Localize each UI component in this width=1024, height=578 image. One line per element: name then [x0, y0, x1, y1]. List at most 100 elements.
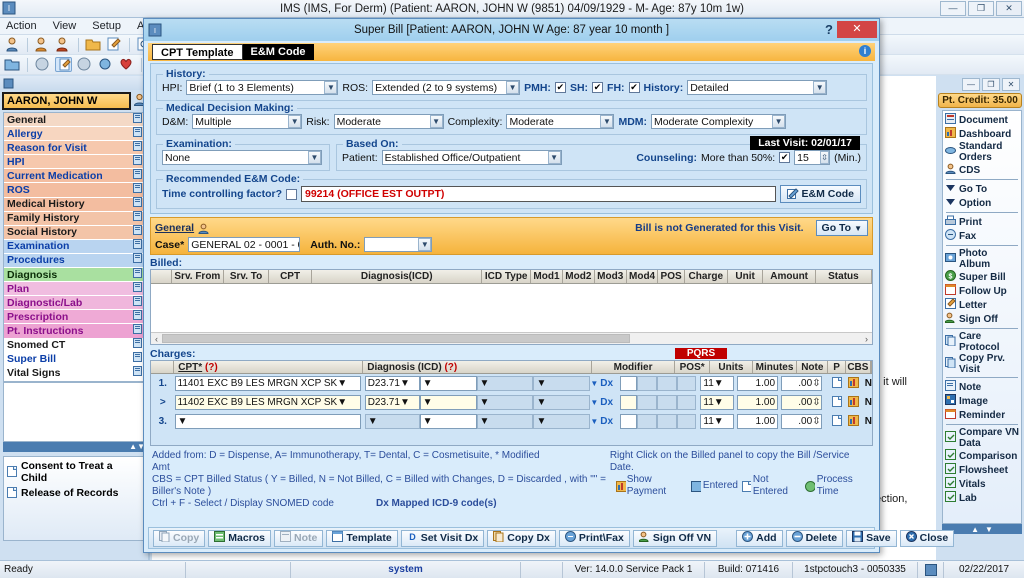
template-button[interactable]: Template [326, 529, 398, 547]
sidebar-item-pt-instructions[interactable]: Pt. Instructions [4, 323, 144, 339]
sidebar-item-snomed-ct[interactable]: Snomed CT [4, 338, 144, 353]
note-edit-icon[interactable] [55, 57, 72, 72]
add-button[interactable]: Add [736, 529, 783, 547]
sidebar-action-vitals[interactable]: Vitals [943, 477, 1021, 491]
diagnosis-3-input[interactable]: ▼ [476, 376, 534, 391]
chevron-down-icon[interactable]: ▼ [480, 378, 490, 389]
billed-col-status[interactable]: Status [816, 270, 873, 283]
sidebar-action-print[interactable]: Print [943, 215, 1021, 229]
dx-expand-toggle[interactable]: ▼ Dx [590, 378, 619, 389]
sidebar-action-sign-off[interactable]: Sign Off [943, 312, 1021, 326]
go-to-button[interactable]: Go To ▼ [815, 220, 868, 236]
charges-row[interactable]: 1. 11401 EXC B9 LES MRGN XCP SK ▼ D23.71 ▼ ▼ ▼… [151, 374, 872, 393]
section-note-icon[interactable] [133, 295, 142, 310]
chevron-down-icon[interactable]: ▼ [308, 151, 321, 164]
billed-col-mod3[interactable]: Mod3 [595, 270, 627, 283]
scroll-up-icon[interactable]: ▲ [971, 525, 979, 534]
units-input[interactable]: 1.00 [736, 376, 779, 391]
sidebar-item-diagnosis[interactable]: Diagnosis [4, 267, 144, 283]
history-result-select[interactable]: Detailed ▼ [687, 80, 828, 95]
sidebar-item-family-history[interactable]: Family History [4, 211, 144, 226]
billed-horizontal-scrollbar[interactable]: ‹ › [151, 332, 872, 344]
chevron-down-icon[interactable]: ▼ [590, 379, 598, 388]
help-button[interactable]: ? [825, 22, 833, 37]
section-note-icon[interactable] [133, 154, 142, 169]
dialog-close-button[interactable]: ✕ [837, 21, 877, 38]
sidebar-item-super-bill[interactable]: Super Bill [4, 352, 144, 367]
edit-document-icon[interactable] [106, 36, 123, 53]
chevron-down-icon[interactable]: ▼ [590, 417, 598, 426]
section-note-icon[interactable] [133, 267, 142, 282]
copy-dx-button[interactable]: Copy Dx [487, 529, 556, 547]
fh-checkbox[interactable] [628, 82, 640, 93]
chevron-down-icon[interactable]: ▼ [714, 378, 724, 389]
dx-expand-toggle[interactable]: ▼ Dx [590, 416, 619, 427]
section-note-icon[interactable] [133, 239, 142, 253]
add-patient-icon[interactable] [34, 36, 51, 53]
billed-col-charge[interactable]: Charge [685, 270, 728, 283]
hpi-select[interactable]: Brief (1 to 3 Elements) ▼ [186, 80, 339, 95]
scroll-right-icon[interactable]: › [861, 334, 872, 344]
auth-no-select[interactable]: ▼ [364, 237, 433, 252]
pos-select[interactable]: 11 ▼ [700, 414, 734, 429]
folder-open-icon[interactable] [4, 56, 21, 73]
chevron-down-icon[interactable]: ▼ [536, 397, 546, 408]
sidebar-action-letter[interactable]: Letter [943, 298, 1021, 312]
inner-close-button[interactable]: ✕ [1002, 78, 1020, 91]
billed-col-mod4[interactable]: Mod4 [627, 270, 659, 283]
sign-off-vn-button[interactable]: Sign Off VN [632, 529, 718, 547]
modifier-2-input[interactable] [637, 414, 658, 429]
chevron-down-icon[interactable]: ▼ [813, 81, 827, 94]
section-note-icon[interactable] [133, 366, 142, 380]
sidebar-action-lab[interactable]: Lab [943, 491, 1021, 505]
chevron-down-icon[interactable]: ▼ [400, 397, 410, 408]
stepper-icon[interactable]: ⇳ [812, 397, 821, 408]
payment-chart-icon[interactable] [847, 395, 859, 410]
diagnosis-3-input[interactable]: ▼ [476, 395, 534, 410]
chevron-down-icon[interactable]: ▼ [337, 397, 347, 408]
risk-select[interactable]: Moderate ▼ [333, 114, 444, 129]
diagnosis-4-input[interactable]: ▼ [533, 395, 591, 410]
maximize-button[interactable]: ❐ [968, 1, 994, 16]
notes-scrollbar[interactable]: ▲ ▼ [3, 441, 145, 452]
diagnosis-2-input[interactable]: ▼ [419, 395, 477, 410]
refresh-icon[interactable] [97, 56, 114, 73]
sidebar-action-super-bill[interactable]: $ Super Bill [943, 270, 1021, 284]
diagnosis-1-input[interactable]: D23.71 ▼ [364, 395, 420, 410]
dsm-select[interactable]: Multiple ▼ [192, 114, 303, 129]
sidebar-item-plan[interactable]: Plan [4, 281, 144, 297]
note-icon[interactable] [831, 414, 842, 429]
sidebar-action-image[interactable]: Image [943, 394, 1021, 408]
sidebar-item-ros[interactable]: ROS [4, 183, 144, 198]
tab-cpt-template[interactable]: CPT Template [152, 44, 243, 60]
billed-col-srv-from[interactable]: Srv. From [172, 270, 225, 283]
menu-item-view[interactable]: View [53, 20, 77, 32]
save-button[interactable]: Save [846, 529, 897, 547]
close-button[interactable]: ✕ [996, 1, 1022, 16]
notes-scratch-area[interactable] [3, 381, 145, 442]
billed-col-amount[interactable]: Amount [763, 270, 816, 283]
diagnosis-3-input[interactable]: ▼ [476, 414, 534, 429]
sidebar-action-follow-up[interactable]: Follow Up [943, 284, 1021, 298]
section-note-icon[interactable] [133, 338, 142, 352]
sidebar-item-general[interactable]: General [4, 112, 144, 128]
billed-col-pos[interactable]: POS [658, 270, 685, 283]
patient-check-icon[interactable] [55, 36, 72, 53]
menu-item-setup[interactable]: Setup [92, 20, 121, 32]
list-item[interactable]: Consent to Treat a Child [7, 460, 141, 484]
sidebar-action-reminder[interactable]: Reminder [943, 408, 1021, 422]
patient-type-select[interactable]: Established Office/Outpatient ▼ [381, 150, 562, 165]
stepper-icon[interactable]: ⇳ [812, 378, 821, 389]
section-note-icon[interactable] [133, 225, 142, 239]
modifier-3-input[interactable] [657, 395, 677, 410]
chevron-down-icon[interactable]: ▼ [590, 398, 598, 407]
minutes-stepper[interactable]: .00 ⇳ [780, 395, 823, 410]
sidebar-action-cds[interactable]: CDS [943, 163, 1021, 177]
billed-col-icd-type[interactable]: ICD Type [482, 270, 532, 283]
billed-col-srv-to[interactable]: Srv. To [224, 270, 270, 283]
chevron-down-icon[interactable]: ▼ [714, 416, 724, 427]
chevron-down-icon[interactable]: ▼ [423, 397, 433, 408]
dx-expand-toggle[interactable]: ▼ Dx [590, 397, 619, 408]
case-select[interactable]: GENERAL 02 - 0001 - 08/ ▼ [188, 237, 301, 252]
section-note-icon[interactable] [133, 323, 142, 338]
